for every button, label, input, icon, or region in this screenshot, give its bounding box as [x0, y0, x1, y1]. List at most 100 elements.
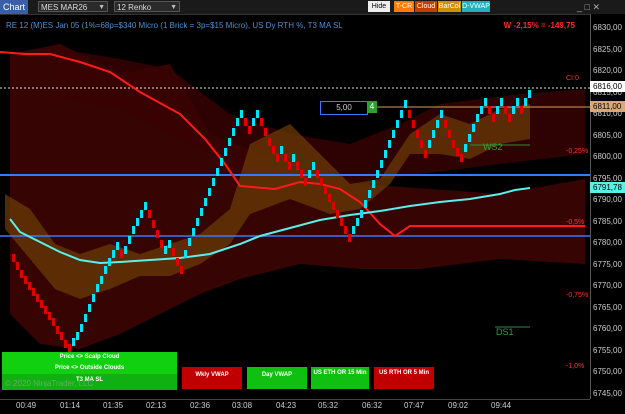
up-brick [368, 190, 371, 198]
pct-label-3: -0,75% [566, 292, 589, 299]
copyright-watermark: © 2020 NinjaTrader, LLC [5, 379, 94, 388]
down-brick [452, 140, 455, 148]
up-brick [184, 250, 187, 258]
time-tick: 09:02 [448, 401, 469, 410]
up-brick [216, 168, 219, 176]
up-brick [164, 246, 167, 254]
down-brick [304, 178, 307, 186]
price-tick: 6765,00 [593, 302, 622, 312]
chart-tab[interactable]: Chart [0, 0, 28, 14]
up-brick [84, 314, 87, 322]
price-chart[interactable] [0, 14, 590, 399]
window-controls[interactable]: _ □ ✕ [577, 2, 600, 13]
price-tick: 6770,00 [593, 281, 622, 290]
up-brick [484, 98, 487, 106]
up-brick [104, 266, 107, 274]
down-brick [456, 148, 459, 156]
down-brick [444, 120, 447, 128]
up-brick [472, 124, 475, 132]
up-brick [240, 110, 243, 118]
quantity-count: 4 [367, 101, 377, 113]
chevron-down-icon: ▼ [98, 4, 105, 11]
barcol-button[interactable]: BarCol [438, 1, 461, 12]
up-brick [232, 128, 235, 136]
rth-or-button[interactable]: US RTH OR 5 Min [374, 367, 434, 389]
down-brick [48, 312, 51, 320]
up-brick [168, 240, 171, 248]
wkly-vwap-button[interactable]: Wkly VWAP [182, 367, 242, 389]
up-brick [108, 258, 111, 266]
up-brick [124, 246, 127, 254]
dvwap-button[interactable]: D-VWAP [462, 1, 490, 12]
up-brick [100, 276, 103, 284]
up-brick [280, 146, 283, 154]
pct-label-1: -0,25% [566, 148, 589, 155]
up-brick [112, 250, 115, 258]
down-brick [52, 318, 55, 326]
up-brick [92, 294, 95, 302]
down-brick [44, 306, 47, 314]
up-brick [228, 138, 231, 146]
time-tick: 06:32 [362, 401, 383, 410]
down-brick [20, 270, 23, 278]
instrument-selector[interactable]: MES MAR26 ▼ [38, 1, 108, 12]
down-brick [24, 276, 27, 284]
down-brick [260, 118, 263, 126]
bar-type-selector[interactable]: 12 Renko ▼ [114, 1, 180, 12]
down-brick [56, 326, 59, 334]
pnl-readout: W -2,15% = -149,75 [503, 21, 575, 30]
up-brick [224, 148, 227, 156]
scalp-cloud-label: Price <> Scalp Cloud [59, 354, 120, 360]
scalp-cloud-toggle[interactable]: Price <> Scalp Cloud [2, 352, 177, 363]
up-brick [96, 284, 99, 292]
down-brick [160, 240, 163, 248]
down-brick [448, 130, 451, 138]
hide-button[interactable]: Hide [368, 1, 390, 12]
up-brick [128, 236, 131, 244]
outside-clouds-toggle[interactable]: Price <> Outside Clouds [2, 363, 177, 374]
ma-price-label: 6791,78 [590, 182, 625, 193]
last-price-label: 6816,00 [590, 81, 625, 92]
price-tick: 6790,00 [593, 195, 622, 204]
day-vwap-button[interactable]: Day VWAP [247, 367, 307, 389]
down-brick [176, 258, 179, 266]
price-tick: 6750,00 [593, 367, 622, 376]
up-brick [308, 170, 311, 178]
down-brick [172, 248, 175, 256]
down-brick [300, 170, 303, 178]
up-brick [352, 226, 355, 234]
time-tick: 01:35 [103, 401, 124, 410]
up-brick [524, 98, 527, 106]
up-brick [116, 242, 119, 250]
price-tick: 6805,00 [593, 130, 622, 140]
outside-clouds-label: Price <> Outside Clouds [54, 365, 125, 371]
price-tick: 6760,00 [593, 324, 622, 333]
down-brick [328, 194, 331, 202]
cloud-button[interactable]: Cloud [415, 1, 437, 12]
up-brick [496, 106, 499, 114]
ds1-label: DS1 [496, 327, 514, 337]
down-brick [316, 170, 319, 178]
up-brick [88, 304, 91, 312]
down-brick [460, 154, 463, 162]
down-brick [244, 118, 247, 126]
tcr-button[interactable]: T-CR [394, 1, 414, 12]
price-tick: 6820,00 [593, 66, 622, 75]
time-tick: 03:08 [232, 401, 253, 410]
up-brick [400, 110, 403, 118]
down-brick [40, 300, 43, 308]
down-brick [32, 288, 35, 296]
up-brick [132, 226, 135, 234]
up-brick [388, 140, 391, 148]
eth-or-button[interactable]: US ETH OR 15 Min [311, 367, 369, 389]
up-brick [196, 218, 199, 226]
down-brick [408, 110, 411, 118]
time-tick: 02:36 [190, 401, 211, 410]
quantity-box[interactable]: 5,00 [320, 101, 368, 115]
up-brick [364, 200, 367, 208]
up-brick [396, 120, 399, 128]
up-brick [468, 134, 471, 142]
down-brick [248, 126, 251, 134]
up-brick [256, 110, 259, 118]
price-tick: 6755,00 [593, 345, 622, 355]
